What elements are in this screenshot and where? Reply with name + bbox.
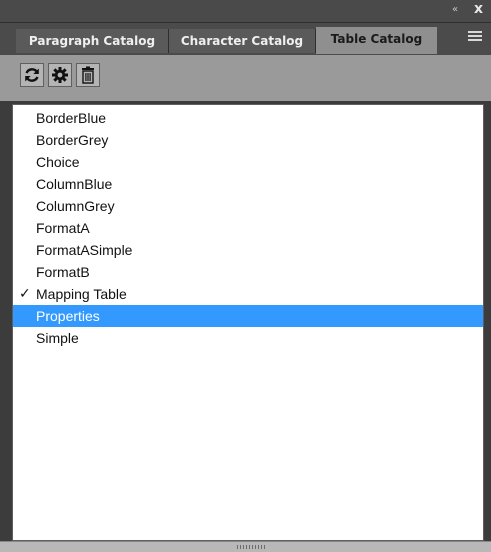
list-item-label: ColumnGrey	[36, 198, 115, 214]
list-item[interactable]: Choice	[13, 151, 483, 173]
list-item[interactable]: FormatASimple	[13, 239, 483, 261]
settings-button[interactable]	[48, 63, 72, 87]
list-item-label: BorderBlue	[36, 110, 107, 126]
list-item-label: Mapping Table	[36, 286, 127, 302]
list-item-label: FormatASimple	[36, 242, 133, 258]
table-catalog-panel: « x Paragraph Catalog Character Catalog …	[0, 0, 491, 552]
table-catalog-list[interactable]: BorderBlue BorderGrey Choice ColumnBlue …	[12, 104, 484, 541]
list-item-label: FormatB	[36, 264, 90, 280]
panel-title-bar[interactable]: « x	[0, 0, 491, 23]
close-icon[interactable]: x	[474, 1, 483, 17]
check-mark-icon: ✓	[19, 286, 31, 302]
tab-table-catalog[interactable]: Table Catalog	[316, 27, 437, 54]
tab-character-catalog[interactable]: Character Catalog	[169, 29, 316, 53]
panel-menu-icon[interactable]	[468, 31, 482, 41]
gear-icon	[52, 67, 68, 83]
list-item-label: Simple	[36, 330, 79, 346]
delete-icon	[82, 66, 94, 84]
list-item[interactable]: FormatB	[13, 261, 483, 283]
list-item-label: Properties	[36, 308, 100, 324]
tab-paragraph-catalog[interactable]: Paragraph Catalog	[16, 29, 169, 53]
list-item[interactable]: ColumnGrey	[13, 195, 483, 217]
list-item-label: ColumnBlue	[36, 176, 113, 192]
list-item-selected[interactable]: Properties	[13, 305, 483, 327]
list-item-label: Choice	[36, 154, 80, 170]
delete-button[interactable]	[76, 63, 100, 87]
refresh-button[interactable]	[20, 63, 44, 87]
toolbar	[0, 55, 491, 101]
resize-grip-icon[interactable]	[237, 545, 267, 549]
resize-bar[interactable]	[0, 541, 491, 552]
list-item[interactable]: BorderBlue	[13, 107, 483, 129]
collapse-icon[interactable]: «	[452, 4, 458, 15]
list-item-label: BorderGrey	[36, 132, 109, 148]
tab-bar: Paragraph Catalog Character Catalog Tabl…	[0, 23, 491, 55]
refresh-icon	[25, 68, 39, 82]
list-item[interactable]: BorderGrey	[13, 129, 483, 151]
list-item-label: FormatA	[36, 220, 90, 236]
list-item[interactable]: FormatA	[13, 217, 483, 239]
list-item-checked[interactable]: ✓ Mapping Table	[13, 283, 483, 305]
list-item[interactable]: Simple	[13, 327, 483, 349]
list-item[interactable]: ColumnBlue	[13, 173, 483, 195]
